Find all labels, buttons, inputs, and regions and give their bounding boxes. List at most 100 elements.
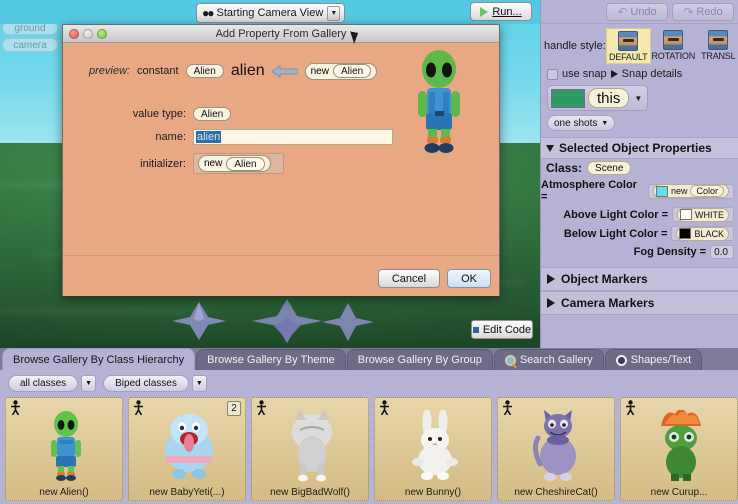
- cancel-button[interactable]: Cancel: [377, 269, 441, 288]
- tab-browse-by-theme[interactable]: Browse Gallery By Theme: [196, 349, 346, 370]
- undo-arrow-icon: ↶: [617, 4, 628, 19]
- below-light-color-value[interactable]: BLACK: [671, 226, 734, 241]
- shapes-icon: [615, 354, 627, 366]
- dialog-alien-preview: [418, 50, 460, 153]
- scene-prop-star[interactable]: [248, 296, 326, 348]
- filter-all-classes[interactable]: all classes ▼: [8, 375, 97, 392]
- chevron-right-icon[interactable]: [610, 70, 618, 78]
- filter-biped-classes[interactable]: Biped classes ▼: [103, 375, 207, 392]
- initializer-value[interactable]: new Alien: [193, 153, 284, 174]
- chevron-down-icon[interactable]: ▼: [191, 375, 207, 392]
- gallery-card-bunny[interactable]: new Bunny(): [374, 397, 492, 501]
- atmosphere-color-type: Color: [690, 185, 724, 197]
- properties-panel: ↶ Undo ↷ Redo handle style: DEFAULT ROTA…: [540, 0, 738, 348]
- selected-object-properties-label: Selected Object Properties: [559, 141, 712, 155]
- class-value[interactable]: Scene: [587, 161, 632, 175]
- person-handle-icon: [618, 31, 639, 51]
- thumbnail-curupira: [661, 410, 701, 481]
- one-shots-button[interactable]: one shots ▼: [547, 115, 616, 131]
- chevron-down-icon[interactable]: ▼: [327, 5, 341, 21]
- binoculars-icon: ●●: [202, 6, 214, 20]
- preview-label: preview:: [89, 65, 130, 77]
- chevron-right-icon: [547, 274, 555, 284]
- person-translation-icon: [708, 30, 729, 50]
- run-button-label: Run...: [492, 5, 522, 18]
- handle-style-rotation[interactable]: ROTATION: [651, 28, 696, 64]
- property-row-fog-density: Fog Density = 0.0: [541, 243, 738, 261]
- handle-style-default[interactable]: DEFAULT: [605, 28, 651, 64]
- redo-label: Redo: [696, 5, 723, 18]
- dialog-titlebar[interactable]: Add Property From Gallery: [63, 25, 499, 43]
- tab-search-gallery[interactable]: Search Gallery: [493, 349, 604, 370]
- tab-browse-by-class-hierarchy[interactable]: Browse Gallery By Class Hierarchy: [2, 348, 196, 370]
- scene-prop-star[interactable]: [318, 300, 378, 347]
- thumbnail-babyyeti: [165, 414, 213, 479]
- code-icon: [472, 326, 479, 333]
- above-light-color-value[interactable]: WHITE: [672, 207, 734, 222]
- fog-density-value[interactable]: 0.0: [710, 245, 734, 259]
- play-triangle-icon: [480, 6, 489, 17]
- object-markers-header[interactable]: Object Markers: [541, 267, 738, 291]
- handle-style-label: handle style:: [544, 40, 606, 52]
- preview-new-keyword: new: [310, 65, 329, 77]
- gallery-card-bigbadwolf[interactable]: new BigBadWolf(): [251, 397, 369, 501]
- camera-markers-header[interactable]: Camera Markers: [541, 291, 738, 315]
- gallery-card-label: new BabyYeti(...): [149, 487, 225, 498]
- thumbnail-cheshirecat: [532, 410, 576, 481]
- selected-object-properties-header[interactable]: Selected Object Properties: [541, 137, 738, 159]
- atmosphere-color-new: new: [670, 186, 688, 196]
- snap-details-label[interactable]: Snap details: [622, 68, 683, 80]
- name-input[interactable]: alien: [193, 129, 393, 145]
- camera-view-selector[interactable]: ●● Starting Camera View ▼: [196, 3, 346, 23]
- tab-shapes-text[interactable]: Shapes/Text: [604, 349, 703, 370]
- chevron-down-icon[interactable]: ▼: [632, 94, 644, 103]
- thumbnail-bunny: [412, 410, 458, 480]
- redo-button[interactable]: ↷ Redo: [672, 2, 734, 21]
- dialog-buttons: Cancel OK: [377, 269, 491, 288]
- gallery-card-babyyeti[interactable]: 2 new BabyYeti(...): [128, 397, 246, 501]
- gallery-card-curupira[interactable]: new Curup...: [620, 397, 738, 501]
- handle-style-translation[interactable]: TRANSL: [696, 28, 738, 64]
- edit-code-button[interactable]: Edit Code: [471, 320, 533, 339]
- ok-button[interactable]: OK: [447, 269, 491, 288]
- tab-label: Browse Gallery By Theme: [207, 354, 335, 366]
- window-controls: [69, 29, 107, 39]
- minimize-button[interactable]: [83, 29, 93, 39]
- zoom-button[interactable]: [97, 29, 107, 39]
- preview-new-type: Alien: [332, 64, 372, 78]
- tab-label: Browse Gallery By Class Hierarchy: [13, 353, 185, 366]
- initializer-label: initializer:: [140, 157, 186, 170]
- object-markers-label: Object Markers: [561, 272, 648, 286]
- above-light-color-label: Above Light Color =: [563, 208, 668, 221]
- alice-application-window: this ground camera ●● Starting Camera Vi…: [0, 0, 738, 504]
- atmosphere-color-value[interactable]: new Color: [647, 183, 734, 199]
- scene-prop-star[interactable]: [168, 298, 230, 347]
- close-button[interactable]: [69, 29, 79, 39]
- tab-browse-by-group[interactable]: Browse Gallery By Group: [346, 349, 493, 370]
- undo-button[interactable]: ↶ Undo: [606, 2, 668, 21]
- atmosphere-color-label: Atmosphere Color =: [541, 179, 637, 203]
- use-snap-label: use snap: [562, 68, 607, 80]
- initializer-new-keyword: new: [204, 158, 223, 169]
- run-button[interactable]: Run...: [470, 2, 532, 21]
- value-type-value[interactable]: Alien: [193, 107, 232, 121]
- below-light-color-label: Below Light Color =: [563, 227, 668, 240]
- this-selector[interactable]: this ▼: [547, 85, 649, 111]
- below-light-color-name: BLACK: [694, 228, 724, 239]
- camera-view-label: Starting Camera View: [216, 7, 324, 19]
- preview-initializer-group: new Alien: [304, 62, 378, 80]
- use-snap-checkbox[interactable]: [547, 68, 558, 80]
- gallery-card-cheshirecat[interactable]: new CheshireCat(): [497, 397, 615, 501]
- chevron-down-icon[interactable]: ▼: [81, 375, 97, 392]
- person-rotation-icon: [663, 30, 684, 50]
- tab-label: Search Gallery: [519, 354, 593, 366]
- add-property-dialog[interactable]: Add Property From Gallery preview: const…: [62, 24, 500, 296]
- chevron-down-icon: ▼: [601, 119, 609, 127]
- handle-style-rotation-label: ROTATION: [651, 51, 696, 61]
- gallery-card-label: new Curup...: [650, 487, 708, 498]
- one-shots-label: one shots: [554, 117, 598, 129]
- gallery-card-label: new BigBadWolf(): [270, 487, 350, 498]
- dialog-body: preview: constant Alien alien new Alien …: [63, 43, 499, 296]
- object-tree-item-camera[interactable]: camera: [2, 38, 58, 52]
- gallery-card-alien[interactable]: new Alien(): [5, 397, 123, 501]
